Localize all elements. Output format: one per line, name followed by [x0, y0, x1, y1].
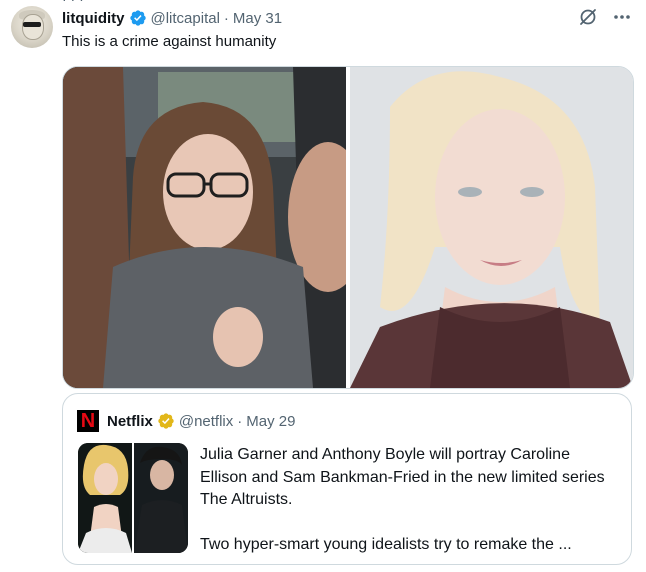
tweet-actions-top — [578, 7, 632, 27]
tweet-media-grid[interactable] — [62, 66, 634, 389]
photo-right[interactable] — [350, 67, 633, 388]
tweet-header: litquidity @litcapital · May 31 — [62, 8, 282, 28]
tweet-date[interactable]: May 31 — [233, 10, 282, 27]
quoted-tweet-header: N Netflix @netflix · May 29 — [77, 410, 295, 432]
quoted-thumb-right-illustration — [134, 443, 188, 553]
avatar-sunglasses — [23, 22, 41, 27]
author-handle[interactable]: @litcapital — [151, 10, 220, 27]
quoted-tweet-date[interactable]: May 29 — [246, 413, 295, 430]
netflix-logo-letter: N — [80, 410, 96, 432]
quoted-author-name[interactable]: Netflix — [107, 413, 153, 430]
quoted-tweet-card[interactable]: N Netflix @netflix · May 29 Julia Garner… — [62, 393, 632, 565]
verified-badge-icon — [129, 10, 146, 26]
gold-verified-badge-icon — [158, 413, 174, 429]
author-avatar[interactable] — [11, 6, 53, 48]
quoted-thumb-right — [134, 443, 188, 553]
quoted-thumb-left-illustration — [78, 443, 132, 553]
quoted-tweet-paragraph-2: Two hyper-smart young idealists try to r… — [200, 535, 572, 553]
photo-right-illustration — [350, 67, 633, 388]
quoted-author-handle[interactable]: @netflix — [179, 413, 233, 430]
photo-left-illustration — [63, 67, 346, 388]
previous-tweet-clipped-text: · · · — [62, 0, 84, 7]
quoted-tweet-media[interactable] — [78, 443, 188, 553]
photo-left[interactable] — [63, 67, 346, 388]
netflix-logo[interactable]: N — [77, 410, 99, 432]
grok-icon[interactable] — [578, 7, 598, 27]
author-name[interactable]: litquidity — [62, 10, 125, 27]
quoted-thumb-left — [78, 443, 132, 553]
quoted-tweet-paragraph-1: Julia Garner and Anthony Boyle will port… — [200, 446, 605, 508]
more-options-icon[interactable] — [612, 7, 632, 27]
avatar-face — [22, 14, 44, 40]
tweet-text: This is a crime against humanity — [62, 33, 277, 50]
header-separator: · — [223, 9, 229, 27]
quoted-tweet-text: Julia Garner and Anthony Boyle will port… — [200, 444, 620, 556]
quoted-header-separator: · — [237, 412, 243, 430]
